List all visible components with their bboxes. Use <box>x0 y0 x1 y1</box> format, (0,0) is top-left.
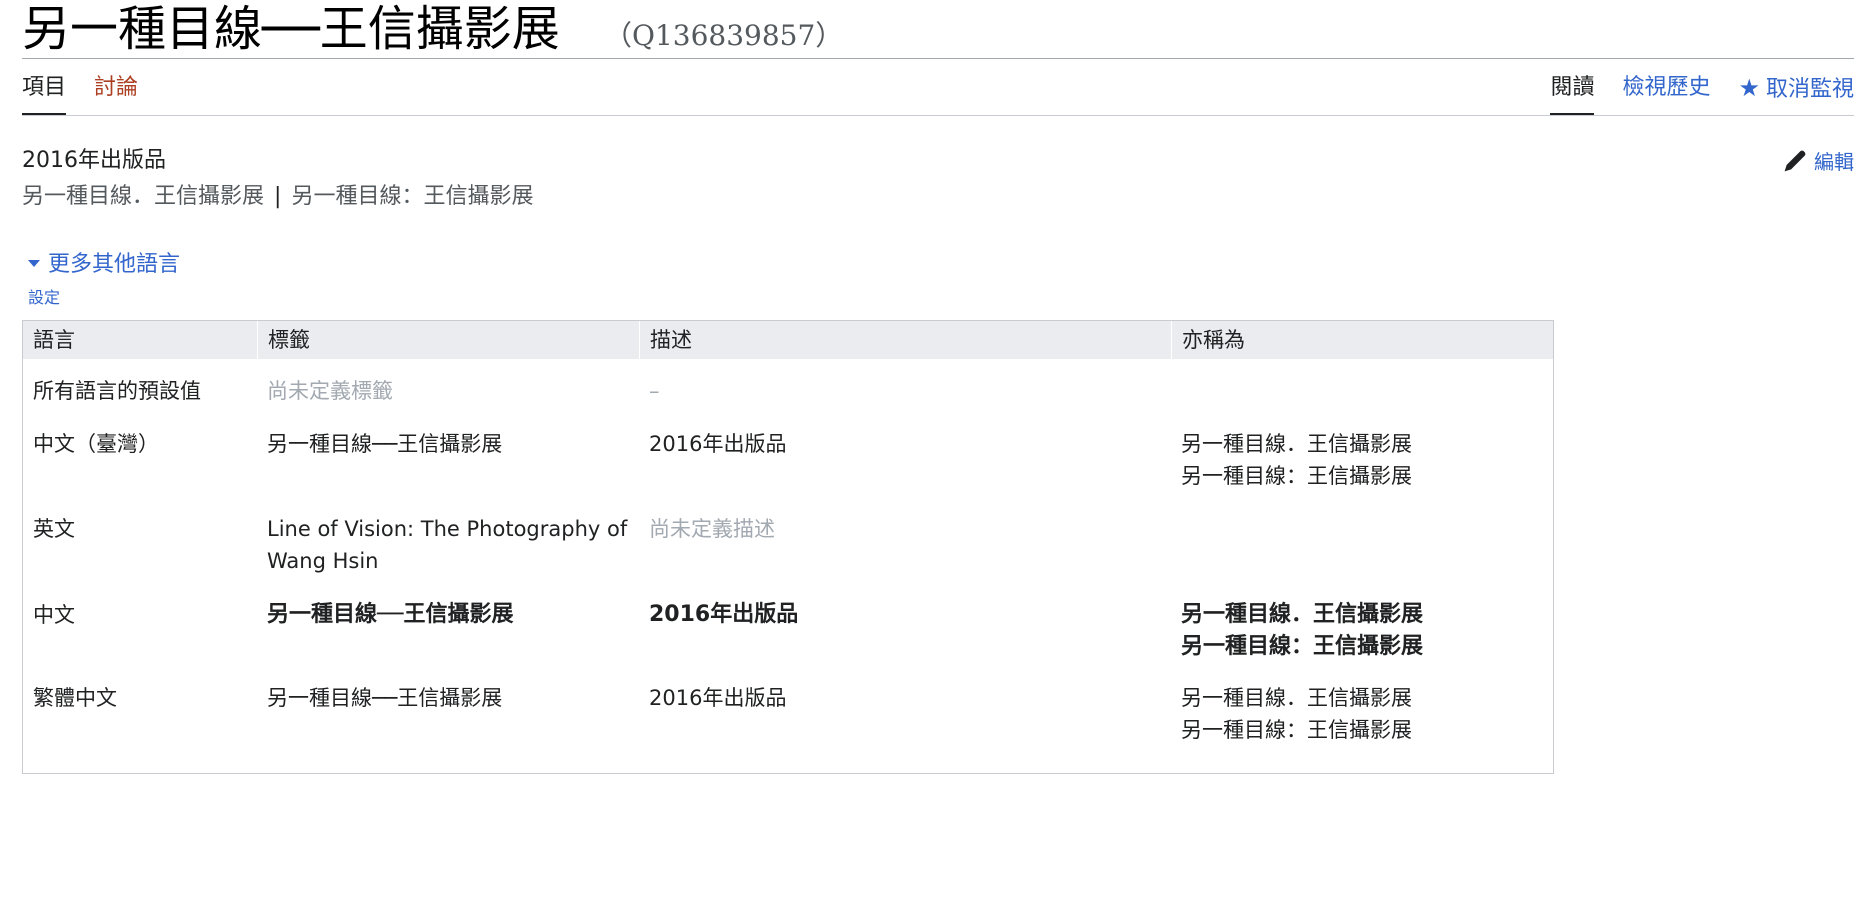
row-language: 中文（臺灣） <box>33 432 159 456</box>
view-tabs: 閱讀 檢視歷史 ★ 取消監視 <box>1522 70 1854 116</box>
pencil-icon <box>1784 150 1806 171</box>
alias-separator: | <box>274 184 282 209</box>
unwatch-label: 取消監視 <box>1765 77 1854 102</box>
row-aliases: 另一種目線．王信攝影展 另一種目線：王信攝影展 <box>1171 599 1555 663</box>
row-aliases: 另一種目線．王信攝影展 另一種目線：王信攝影展 <box>1171 428 1555 492</box>
row-description: 尚未定義描述 <box>649 517 775 541</box>
item-aliases: 另一種目線．王信攝影展 | 另一種目線：王信攝影展 <box>22 182 533 212</box>
row-label: 另一種目線──王信攝影展 <box>267 432 503 456</box>
unwatch-button[interactable]: ★ 取消監視 <box>1738 70 1854 116</box>
row-description: 2016年出版品 <box>649 432 787 456</box>
namespace-tabs: 項目 討論 <box>22 70 166 116</box>
more-languages-toggle[interactable]: 更多其他語言 <box>28 246 180 278</box>
row-language: 繁體中文 <box>33 686 117 710</box>
alias-item: 另一種目線．王信攝影展 <box>1181 432 1412 456</box>
tab-read[interactable]: 閱讀 <box>1550 70 1595 116</box>
page-header: 另一種目線──王信攝影展 （Q136839857） <box>22 0 1854 59</box>
item-id: （Q136839857） <box>604 19 844 52</box>
row-language: 英文 <box>33 517 75 541</box>
settings-link[interactable]: 設定 <box>28 284 60 308</box>
row-label: 另一種目線──王信攝影展 <box>267 602 514 627</box>
row-label: Line of Vision: The Photography of Wang … <box>267 517 628 573</box>
edit-button[interactable]: 編輯 <box>1782 146 1854 175</box>
tab-discussion[interactable]: 討論 <box>94 70 138 116</box>
page-title: 另一種目線──王信攝影展 <box>22 1 560 57</box>
row-label: 另一種目線──王信攝影展 <box>267 686 503 710</box>
table-header: 語言 標籤 描述 亦稱為 <box>23 321 1553 359</box>
alias-item: 另一種目線：王信攝影展 <box>1181 464 1412 488</box>
alias-item: 另一種目線：王信攝影展 <box>1181 718 1412 742</box>
language-table: 語言 標籤 描述 亦稱為 所有語言的預設值 尚未定義標籤 – 中文（臺灣） 另一… <box>22 320 1554 774</box>
star-icon: ★ <box>1738 74 1760 102</box>
edit-label: 編輯 <box>1814 150 1854 174</box>
tab-item[interactable]: 項目 <box>22 70 67 116</box>
alias-item: 另一種目線．王信攝影展 <box>1181 602 1424 627</box>
row-description: – <box>649 379 660 403</box>
column-header-label: 標籤 <box>257 321 639 359</box>
alias-item: 另一種目線．王信攝影展 <box>22 184 265 209</box>
column-header-language: 語言 <box>33 328 75 352</box>
row-label: 尚未定義標籤 <box>267 379 393 403</box>
row-description: 2016年出版品 <box>649 602 799 627</box>
alias-item: 另一種目線：王信攝影展 <box>1181 634 1424 659</box>
row-description: 2016年出版品 <box>649 686 787 710</box>
column-header-aliases: 亦稱為 <box>1171 321 1555 359</box>
item-description: 2016年出版品 <box>22 148 166 173</box>
alias-item: 另一種目線：王信攝影展 <box>291 184 534 209</box>
tab-view-history[interactable]: 檢視歷史 <box>1622 70 1710 116</box>
alias-item: 另一種目線．王信攝影展 <box>1181 686 1412 710</box>
row-language: 中文 <box>33 603 75 627</box>
row-language: 所有語言的預設值 <box>33 379 201 403</box>
more-languages-label: 更多其他語言 <box>48 252 181 277</box>
row-aliases: 另一種目線．王信攝影展 另一種目線：王信攝影展 <box>1171 682 1555 746</box>
tabs-divider <box>22 115 1854 116</box>
triangle-down-icon <box>28 259 40 267</box>
column-header-description: 描述 <box>639 321 1171 359</box>
